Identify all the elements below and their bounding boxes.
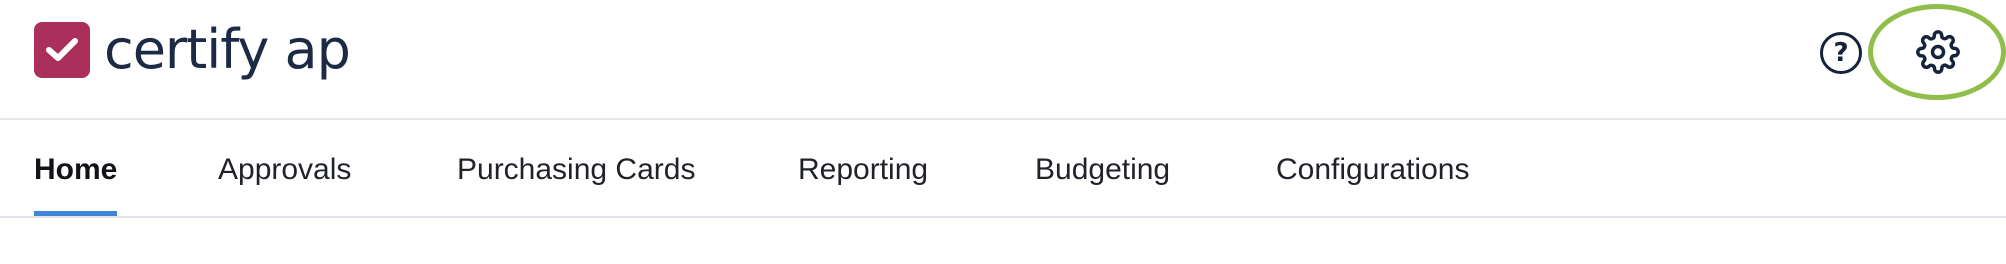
tab-approvals[interactable]: Approvals [218,120,351,216]
app-page: certify ap ? Home Approvals Purchasing C… [0,0,2006,264]
question-circle-icon: ? [1833,38,1849,68]
checkmark-icon [34,22,90,78]
app-logo[interactable]: certify ap [34,18,351,81]
logo-wordmark: certify ap [104,18,351,81]
tab-label: Budgeting [1035,153,1171,186]
tab-configurations[interactable]: Configurations [1276,120,1469,216]
main-navigation: Home Approvals Purchasing Cards Reportin… [0,120,2006,218]
settings-button[interactable] [1916,30,1960,74]
tab-label: Reporting [798,153,929,186]
tab-label: Approvals [218,153,352,186]
active-tab-indicator [34,211,118,216]
help-button[interactable]: ? [1820,32,1862,74]
app-header: certify ap ? [0,0,2006,120]
gear-icon [1916,30,1960,74]
tab-label: Purchasing Cards [457,153,696,186]
tab-reporting[interactable]: Reporting [798,120,928,216]
tab-label: Configurations [1276,153,1470,186]
tab-home[interactable]: Home [34,120,118,216]
tab-label: Home [34,153,118,186]
tab-budgeting[interactable]: Budgeting [1035,120,1170,216]
tab-purchasing-cards[interactable]: Purchasing Cards [457,120,695,216]
